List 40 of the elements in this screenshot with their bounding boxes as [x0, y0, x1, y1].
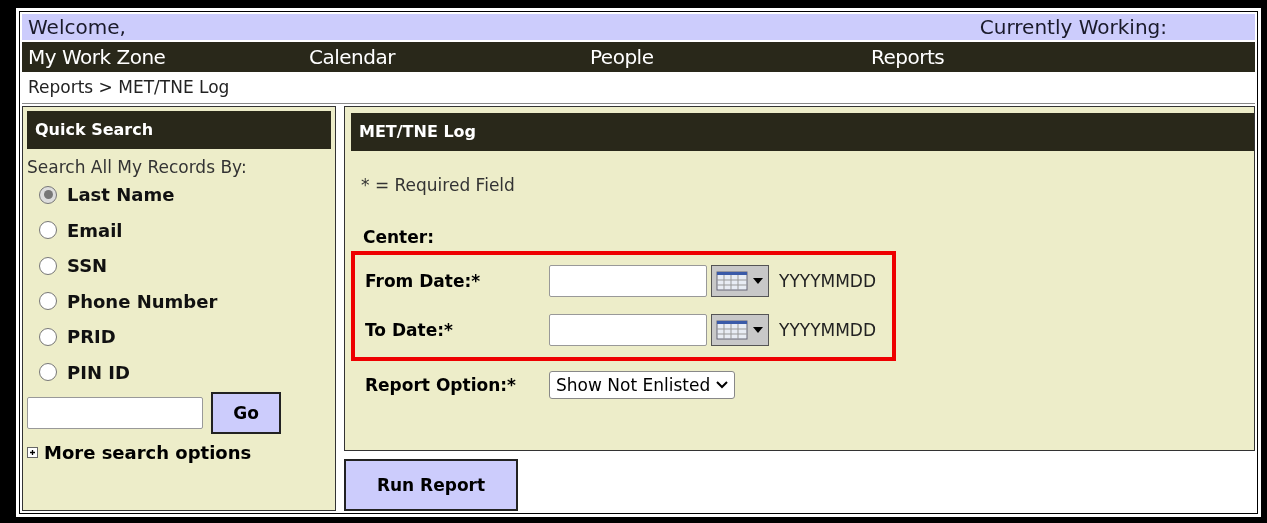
nav-link[interactable]: People [584, 44, 865, 69]
radio-button[interactable] [39, 185, 57, 204]
nav-link[interactable]: My Work Zone [22, 44, 303, 69]
more-search-options-link[interactable]: More search options [44, 442, 252, 463]
date-format-hint: YYYYMMDD [779, 320, 877, 341]
radio-label[interactable]: SSN [67, 255, 108, 277]
radio-button[interactable] [39, 221, 57, 240]
panel-title: Quick Search [27, 111, 331, 149]
field-label: To Date:* [365, 320, 454, 341]
radio-label[interactable]: Phone Number [67, 290, 218, 312]
date-format-hint: YYYYMMDD [779, 271, 877, 292]
radio-button[interactable] [39, 363, 57, 382]
field-label: Report Option:* [365, 375, 517, 396]
run-report-button[interactable]: Run Report [344, 459, 518, 511]
search-prompt: Search All My Records By: [27, 157, 248, 177]
nav-link[interactable]: Calendar [303, 44, 584, 69]
radio-button[interactable] [39, 292, 57, 311]
search-field[interactable] [27, 397, 203, 429]
radio-label[interactable]: PRID [67, 326, 116, 348]
radio-button[interactable] [39, 327, 57, 346]
welcome-text: Welcome, [28, 15, 126, 40]
go-button[interactable]: Go [211, 392, 281, 434]
chevron-down-icon [716, 381, 729, 390]
panel-title: MET/TNE Log [351, 113, 1254, 151]
calendar-icon[interactable] [711, 265, 769, 298]
currently-working-label: Currently Working: [979, 15, 1167, 40]
required-note: * = Required Field [361, 175, 516, 195]
date-field[interactable] [549, 265, 707, 298]
date-field[interactable] [549, 314, 707, 347]
center-label: Center: [363, 227, 435, 247]
report-option-dropdown[interactable]: Show Not Enlisted [549, 371, 736, 400]
radio-label[interactable]: PIN ID [67, 361, 130, 383]
nav-link[interactable]: Reports [865, 44, 1255, 69]
expand-icon[interactable] [27, 447, 38, 458]
radio-label[interactable]: Last Name [67, 184, 175, 206]
calendar-icon[interactable] [711, 314, 769, 347]
radio-button[interactable] [39, 256, 57, 275]
field-label: From Date:* [365, 271, 482, 292]
radio-label[interactable]: Email [67, 219, 123, 241]
breadcrumb: Reports > MET/TNE Log [28, 77, 230, 98]
